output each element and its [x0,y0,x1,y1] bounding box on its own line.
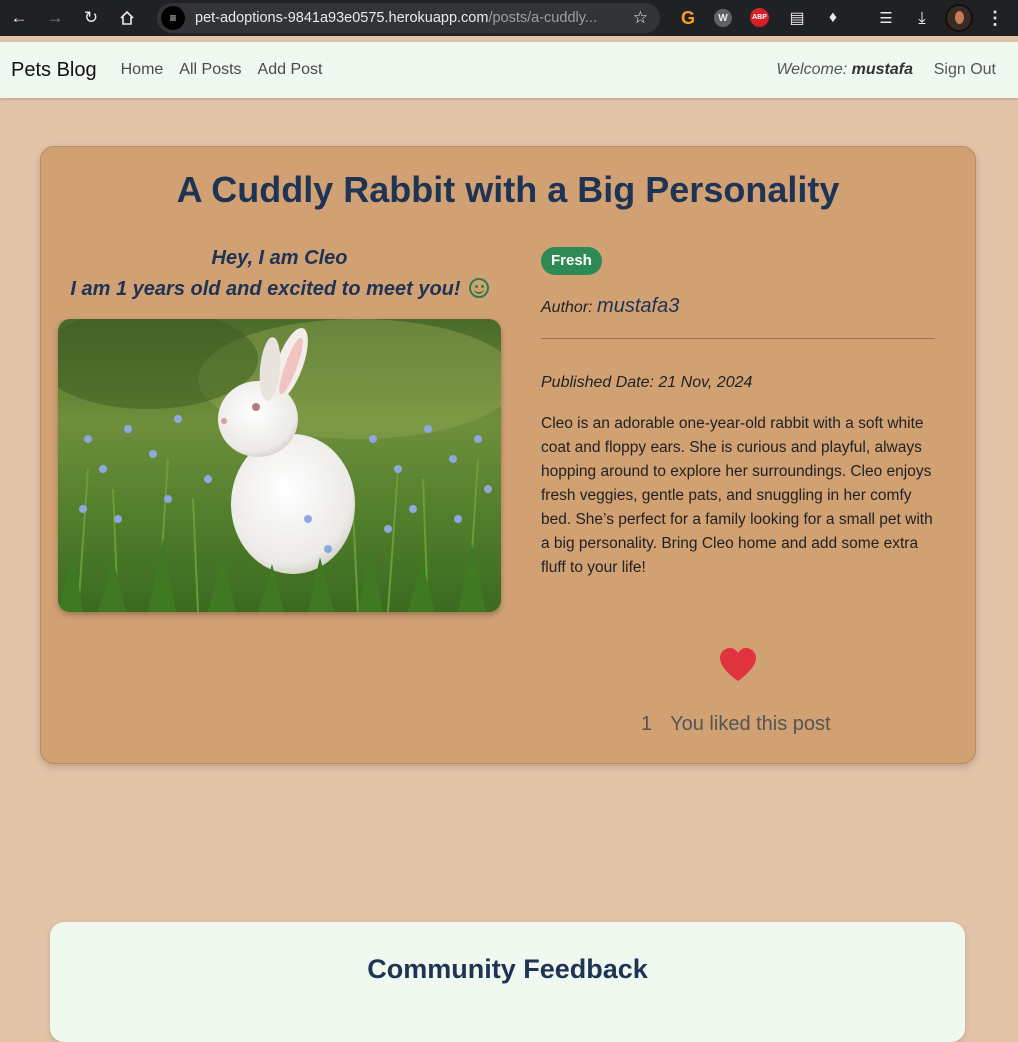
nav-all-posts[interactable]: All Posts [179,61,241,79]
author-label: Author: [541,299,593,316]
site-navbar: Pets Blog Home All Posts Add Post Welcom… [0,42,1018,98]
post-title: A Cuddly Rabbit with a Big Personality [176,169,840,210]
w-extension-icon[interactable]: W [714,9,732,27]
heart-icon[interactable] [718,647,758,683]
sign-out-link[interactable]: Sign Out [934,61,996,79]
adblock-extension-icon[interactable]: ABP [750,8,769,27]
nav-add-post[interactable]: Add Post [258,61,323,79]
status-badge: Fresh [541,247,602,275]
welcome-username: mustafa [851,61,913,78]
greeting-age: I am 1 years old and excited to meet you… [70,278,461,300]
media-controls-icon[interactable]: ☰ [875,7,897,29]
home-icon[interactable] [116,7,138,29]
feedback-title: Community Feedback [367,954,648,984]
published-date: Published Date: 21 Nov, 2024 [541,374,753,391]
reader-extension-icon[interactable]: ▤ [786,7,808,29]
forward-icon[interactable]: → [44,7,66,29]
author-name[interactable]: mustafa3 [597,295,679,317]
community-feedback-section: Community Feedback [50,922,965,1042]
extensions-puzzle-icon[interactable]: ♦ [822,7,844,29]
grammarly-extension-icon[interactable]: G [677,7,699,29]
pet-photo [58,319,501,612]
browser-menu-icon[interactable]: ⋮ [984,7,1006,29]
like-count: 1 [641,713,653,735]
bookmark-star-icon[interactable]: ☆ [633,8,648,28]
url-text[interactable]: pet-adoptions-9841a93e0575.herokuapp.com… [195,10,625,26]
like-status: 1 You liked this post [641,713,831,736]
welcome-message: Welcome: mustafa [776,61,913,78]
post-description: Cleo is an adorable one-year-old rabbit … [541,415,933,576]
pet-greeting: Hey, I am Cleo I am 1 years old and exci… [58,243,501,305]
nav-home[interactable]: Home [121,61,164,79]
greeting-age-line: I am 1 years old and excited to meet you… [58,274,501,305]
address-bar[interactable]: ≡ pet-adoptions-9841a93e0575.herokuapp.c… [157,3,660,33]
author-line: Author: mustafa3 [541,295,679,318]
greeting-name: Hey, I am Cleo [211,247,348,269]
post-card: A Cuddly Rabbit with a Big Personality H… [40,146,976,764]
download-icon[interactable]: ⤓ [911,7,933,29]
profile-avatar[interactable] [945,4,973,32]
divider [541,338,935,339]
browser-toolbar: ← → ↻ ≡ pet-adoptions-9841a93e0575.herok… [0,0,1018,36]
reload-icon[interactable]: ↻ [80,7,102,29]
smile-icon [468,278,489,298]
back-icon[interactable]: ← [8,7,30,29]
site-settings-icon[interactable]: ≡ [161,6,185,30]
like-text: You liked this post [670,713,831,735]
brand-logo[interactable]: Pets Blog [11,59,97,82]
